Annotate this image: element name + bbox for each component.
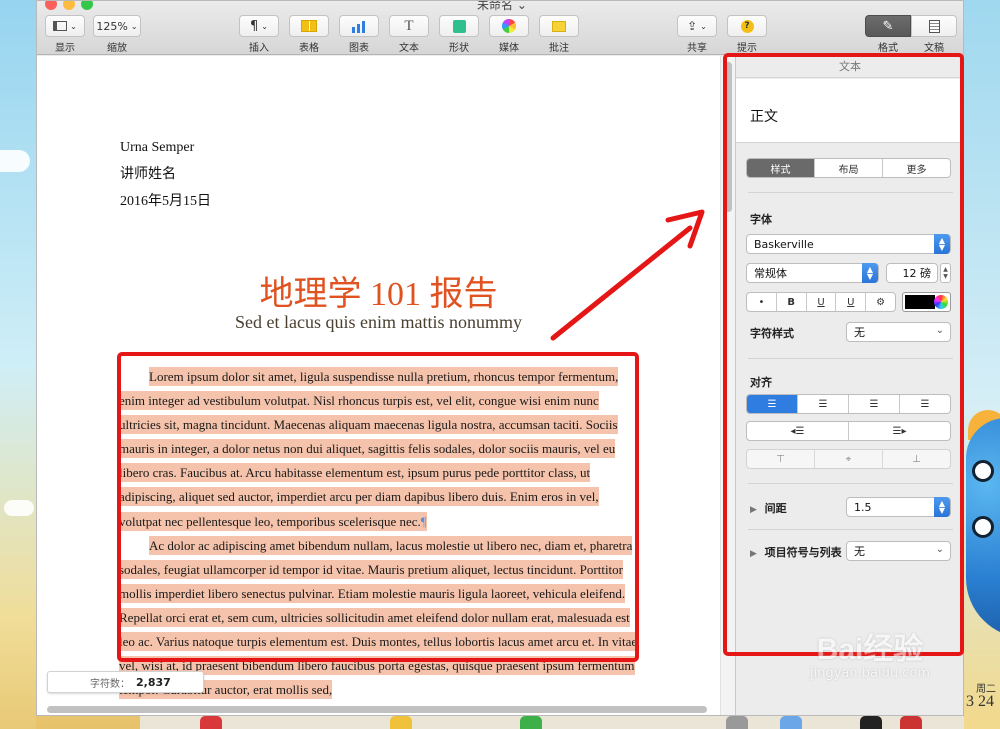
annotation-arrow-shaft (550, 225, 693, 341)
watermark: Bai经验 jingyan.baidu.com (770, 624, 970, 681)
watermark-url: jingyan.baidu.com (810, 666, 930, 681)
watermark-brand: Bai经验 (816, 633, 924, 666)
annotation-arrow (550, 209, 705, 341)
